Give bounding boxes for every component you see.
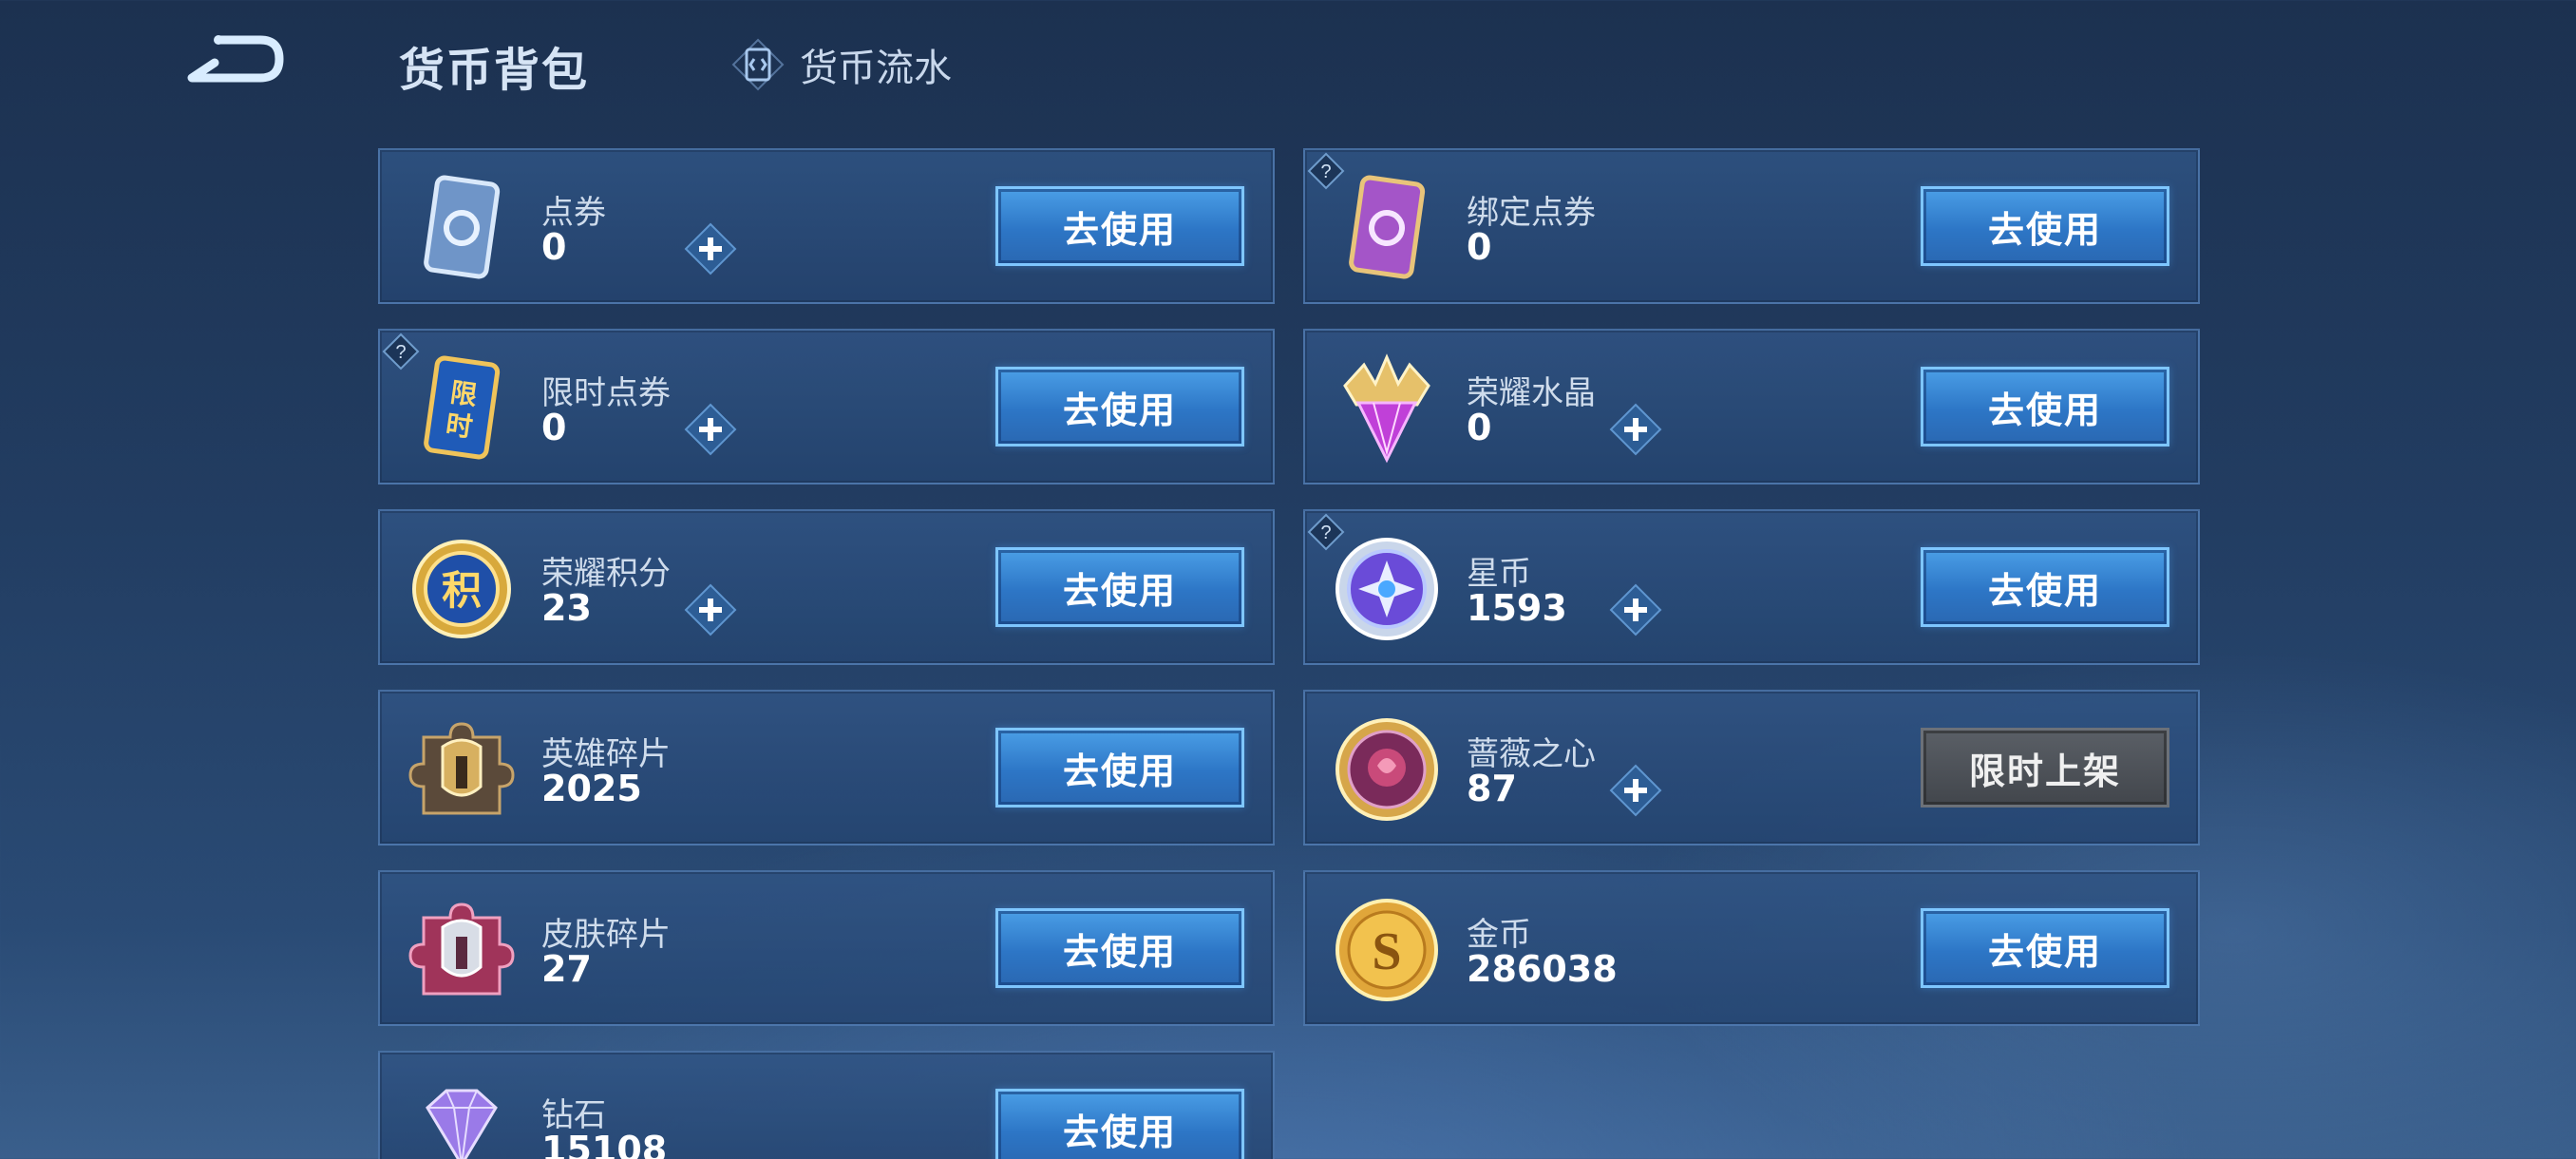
currency-value: 0 [541,226,567,268]
limited-listing-button[interactable]: 限时上架 [1921,728,2169,808]
add-plus-icon[interactable] [1609,403,1662,456]
back-arrow-icon [187,35,284,83]
currency-value: 0 [1467,407,1492,448]
hero-fragment-icon [408,722,515,815]
star-coin-icon [1335,538,1438,640]
coupon-card-icon [424,175,501,279]
page-title: 货币背包 [399,44,590,97]
add-plus-icon[interactable] [1609,764,1662,817]
currency-value: 0 [541,407,567,448]
currency-value: 23 [541,587,592,629]
skin-fragment-icon [408,902,515,996]
currency-card-skin-fragment: 皮肤碎片 27 去使用 [378,870,1275,1026]
svg-text:S: S [1372,922,1401,981]
currency-value: 2025 [541,768,642,809]
use-button[interactable]: 去使用 [995,728,1244,808]
use-button[interactable]: 去使用 [995,367,1244,446]
currency-card-bound-coupon: ? 绑定点券 0 去使用 [1303,148,2200,304]
svg-text:积: 积 [442,567,482,614]
bound-coupon-card-icon [1349,175,1426,279]
gold-coin-icon: S [1335,899,1438,1001]
use-button[interactable]: 去使用 [995,186,1244,266]
currency-card-coupon: 点券 0 去使用 [378,148,1275,304]
use-button[interactable]: 去使用 [1921,908,2169,988]
currency-card-glory-points: 积 荣耀积分 23 去使用 [378,509,1275,665]
currency-card-diamond: 钻石 15108 去使用 [378,1051,1275,1159]
use-button[interactable]: 去使用 [1921,367,2169,446]
currency-value: 0 [1467,226,1492,268]
currency-card-hero-fragment: 英雄碎片 2025 去使用 [378,690,1275,846]
currency-flow-label: 货币流水 [800,47,952,90]
diamond-icon [426,1089,498,1159]
rose-heart-icon [1335,718,1438,821]
currency-flow-tab[interactable]: 货币流水 [731,36,952,93]
currency-card-glory-crystal: 荣耀水晶 0 去使用 [1303,329,2200,484]
ledger-card-icon [731,38,785,91]
use-button[interactable]: 去使用 [995,1089,1244,1159]
use-button[interactable]: 去使用 [1921,547,2169,627]
currency-value: 286038 [1467,948,1618,990]
currency-card-gold-coin: S 金币 286038 去使用 [1303,870,2200,1026]
use-button[interactable]: 去使用 [995,908,1244,988]
add-plus-icon[interactable] [684,222,737,276]
use-button[interactable]: 去使用 [1921,186,2169,266]
use-button[interactable]: 去使用 [995,547,1244,627]
glory-points-icon: 积 [412,540,511,638]
glory-crystal-icon [1343,353,1430,464]
currency-value: 15108 [541,1129,668,1159]
add-plus-icon[interactable] [684,583,737,636]
currency-value: 1593 [1467,587,1567,629]
currency-card-limited-coupon: ? 限 时 限时点券 0 去使用 [378,329,1275,484]
svg-text:限: 限 [448,376,479,411]
add-plus-icon[interactable] [684,403,737,456]
back-button[interactable] [180,34,287,91]
svg-text:时: 时 [444,408,474,444]
currency-card-rose-heart: 蔷薇之心 87 限时上架 [1303,690,2200,846]
limited-coupon-icon: 限 时 [424,355,501,460]
add-plus-icon[interactable] [1609,583,1662,636]
currency-value: 27 [541,948,592,990]
currency-card-star-coin: ? 星币 1593 去使用 [1303,509,2200,665]
currency-value: 87 [1467,768,1517,809]
